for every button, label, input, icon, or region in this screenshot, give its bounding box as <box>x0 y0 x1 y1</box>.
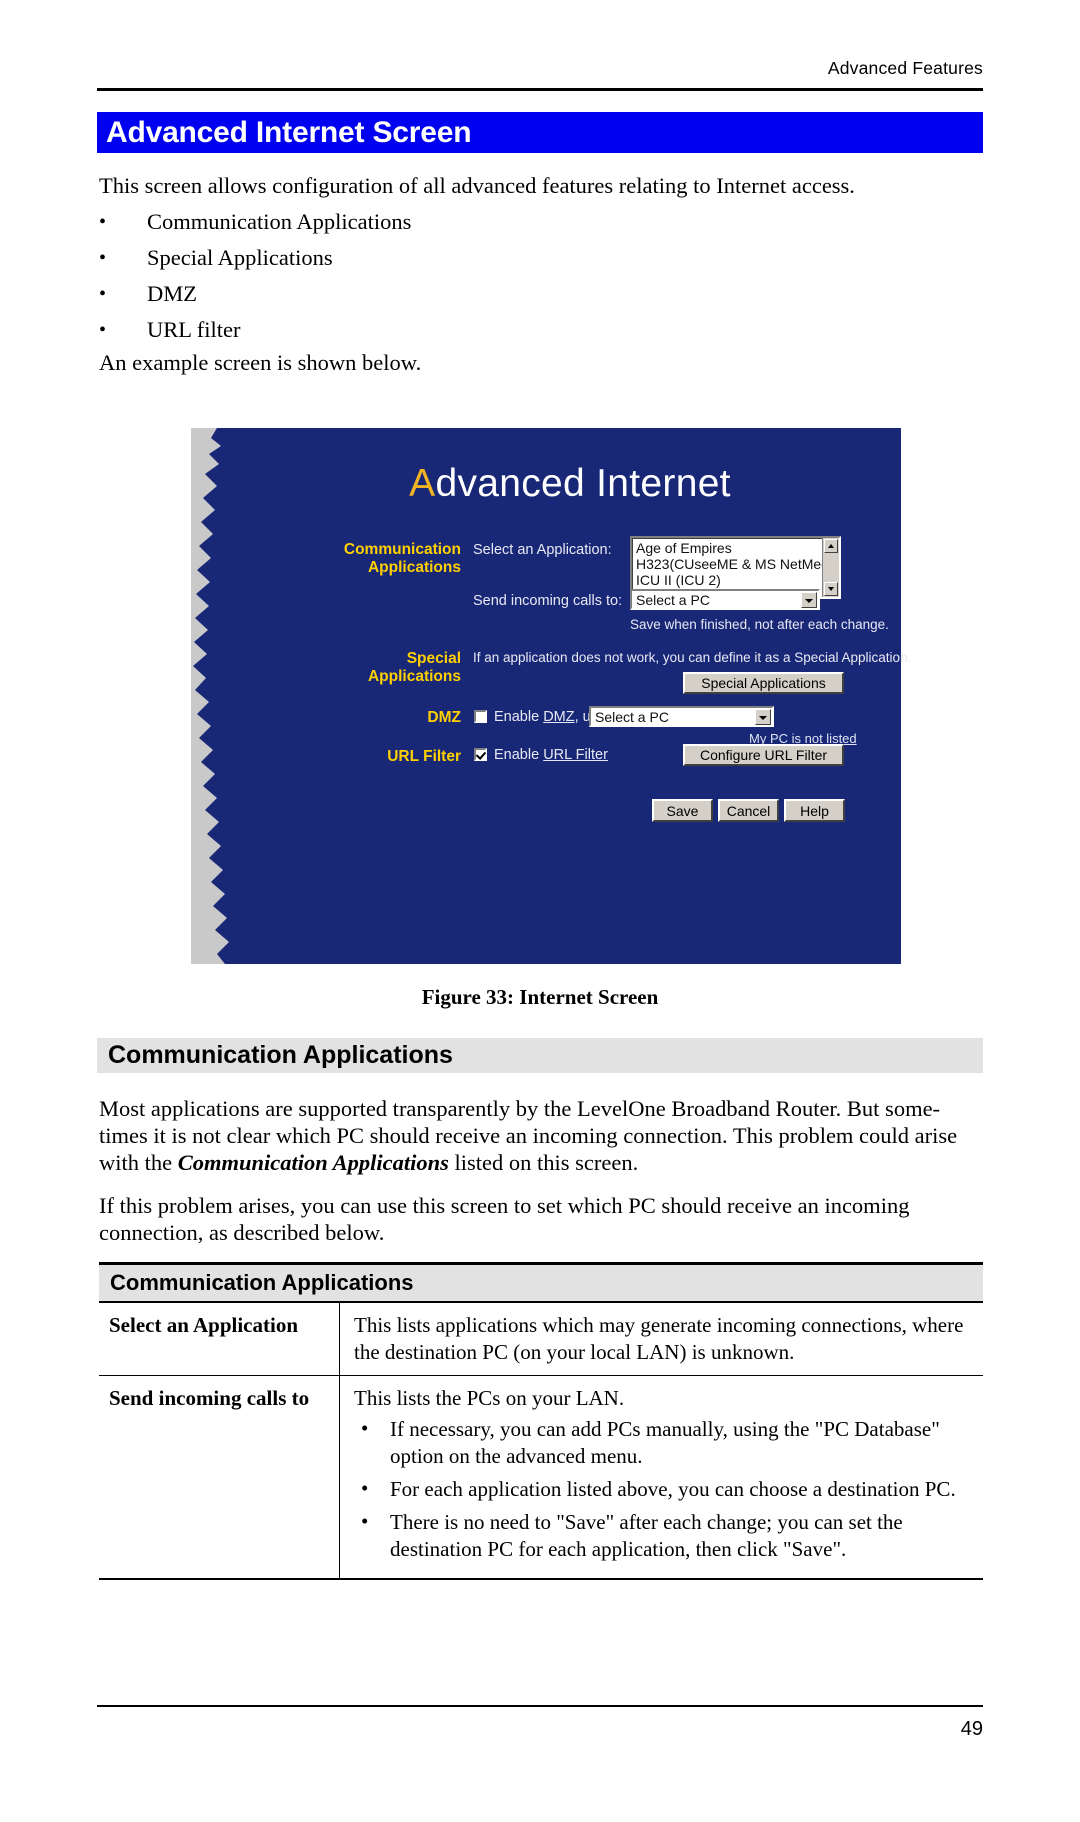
table-cell-value: This lists the PCs on your LAN. If neces… <box>339 1375 983 1580</box>
table-header-label: Communication Applications <box>99 1262 983 1303</box>
dmz-pc-select[interactable]: Select a PC <box>589 706 774 727</box>
table-header-row: Communication Applications <box>99 1262 983 1303</box>
section-heading: Communication Applications <box>108 1041 453 1069</box>
enable-url-filter-checkbox[interactable] <box>474 748 487 761</box>
section-heading-bar: Communication Applications <box>97 1038 983 1073</box>
section-label-special-applications: Special Applications <box>367 650 461 685</box>
send-incoming-calls-label: Send incoming calls to: <box>473 593 623 609</box>
select-application-label: Select an Application: <box>473 542 612 558</box>
figure-caption: Figure 33: Internet Screen <box>421 985 659 1009</box>
screen-heading-rest: dvanced Internet <box>435 462 731 505</box>
footer-rule <box>97 1705 983 1707</box>
section-paragraph-1: Most applications are supported transpar… <box>99 1096 958 1175</box>
torn-edge-decoration <box>191 428 229 964</box>
screen-heading-initial: A <box>409 462 436 505</box>
table-cell-intro: This lists the PCs on your LAN. <box>354 1386 625 1410</box>
communication-applications-table: Communication Applications Select an App… <box>99 1262 983 1580</box>
example-screen-note: An example screen is shown below. <box>99 350 422 375</box>
figure-internet-screen: Advanced Internet Communication Applicat… <box>191 428 911 964</box>
send-incoming-calls-value: Select a PC <box>636 592 710 608</box>
section-label-url-filter: URL Filter <box>387 748 461 765</box>
configure-url-filter-button[interactable]: Configure URL Filter <box>683 744 844 766</box>
list-item[interactable]: H323(CUseeME & MS NetMeeting & TGI Phone… <box>632 556 839 572</box>
save-note: Save when finished, not after each chang… <box>630 617 889 632</box>
page-title: Advanced Internet Screen <box>106 116 472 149</box>
table-cell-key: Send incoming calls to <box>99 1375 340 1580</box>
page-number: 49 <box>960 1718 983 1740</box>
save-button[interactable]: Save <box>652 799 713 822</box>
section-label-communication-applications: Communication Applications <box>343 541 461 576</box>
table-row: Select an Application This lists applica… <box>99 1302 983 1376</box>
list-item[interactable]: Age of Empires <box>632 540 839 556</box>
table-cell-bullet-list: If necessary, you can add PCs manually, … <box>354 1415 975 1563</box>
list-item: There is no need to "Save" after each ch… <box>354 1508 975 1563</box>
enable-dmz-checkbox[interactable] <box>474 710 487 723</box>
special-applications-button[interactable]: Special Applications <box>683 672 844 694</box>
header-rule <box>97 88 983 91</box>
section-label-dmz: DMZ <box>427 709 461 726</box>
scroll-down-arrow-icon[interactable] <box>824 582 838 596</box>
chevron-down-icon[interactable] <box>755 709 771 725</box>
intro-paragraph: This screen allows configuration of all … <box>99 173 855 198</box>
running-header: Advanced Features <box>827 58 983 78</box>
help-button[interactable]: Help <box>784 799 845 822</box>
send-incoming-calls-select[interactable]: Select a PC <box>630 589 820 610</box>
document-page: Advanced Features Advanced Internet Scre… <box>0 0 1080 1822</box>
table-cell-value: This lists applications which may genera… <box>339 1302 983 1376</box>
list-item[interactable]: ICU II (ICU 2) <box>632 572 839 588</box>
chevron-down-icon[interactable] <box>801 592 817 608</box>
screen-heading: Advanced Internet <box>191 462 901 506</box>
table-cell-key: Select an Application <box>99 1302 340 1376</box>
page-title-bar: Advanced Internet Screen <box>97 112 983 153</box>
scroll-up-arrow-icon[interactable] <box>824 539 838 553</box>
list-item: Special Applications <box>99 241 799 277</box>
list-item: Communication Applications <box>99 205 799 241</box>
url-filter-help-link[interactable]: URL Filter <box>543 747 608 763</box>
special-applications-description: If an application does not work, you can… <box>473 650 912 665</box>
list-item: URL filter <box>99 313 799 349</box>
dmz-pc-value: Select a PC <box>595 709 669 725</box>
list-item: DMZ <box>99 277 799 313</box>
list-item: If necessary, you can add PCs manually, … <box>354 1415 975 1470</box>
dmz-help-link[interactable]: DMZ <box>543 709 574 725</box>
router-admin-screen: Advanced Internet Communication Applicat… <box>191 428 911 964</box>
cancel-button[interactable]: Cancel <box>718 799 779 822</box>
feature-bullet-list: Communication Applications Special Appli… <box>99 205 799 349</box>
section-paragraph-2: If this problem arises, you can use this… <box>99 1193 910 1245</box>
enable-url-filter-label: Enable URL Filter <box>494 747 608 763</box>
listbox-scrollbar[interactable] <box>822 538 839 597</box>
table-row: Send incoming calls to This lists the PC… <box>99 1375 983 1580</box>
list-item: For each application listed above, you c… <box>354 1475 975 1503</box>
